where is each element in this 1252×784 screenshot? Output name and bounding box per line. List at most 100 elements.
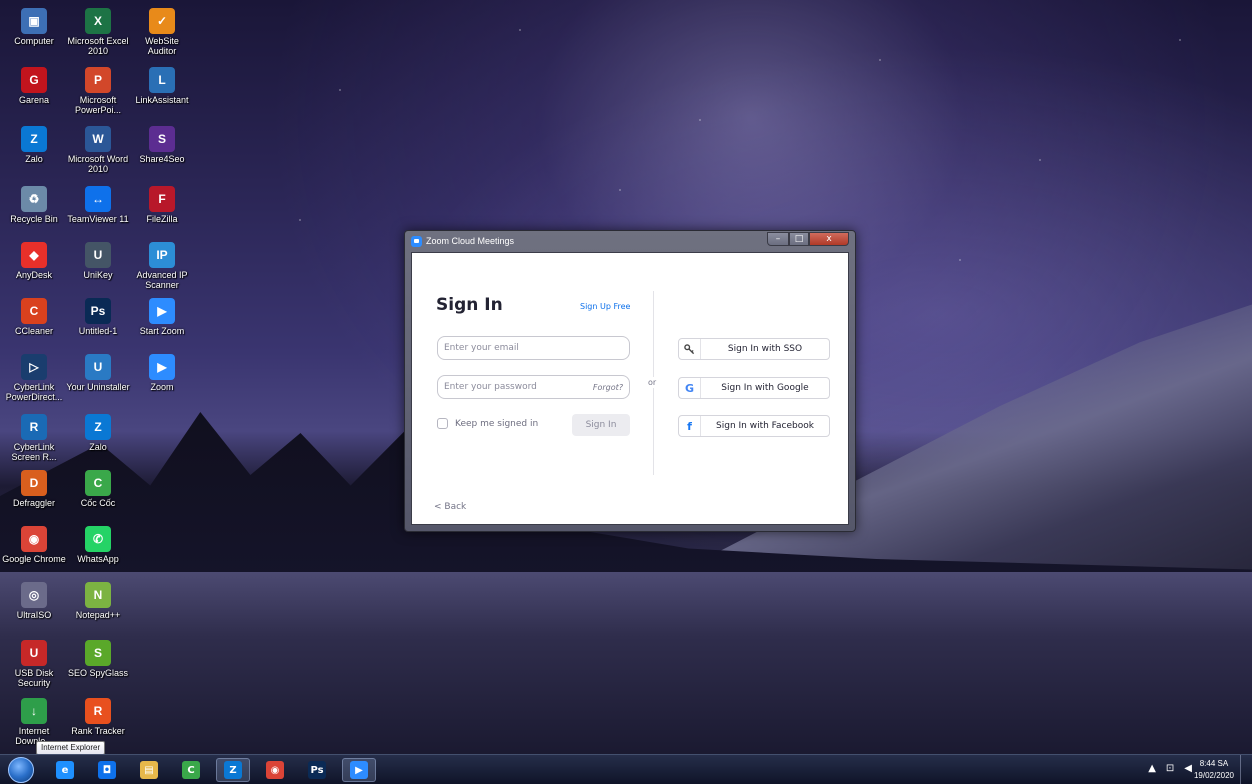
desktop-icon[interactable]: C CCleaner	[2, 298, 66, 336]
desktop-app-icon: ◆	[21, 242, 47, 268]
zoom-window[interactable]: Zoom Cloud Meetings – □ x Sign In Sign U…	[404, 230, 856, 532]
desktop-app-icon: Z	[21, 126, 47, 152]
desktop-icon[interactable]: ▷ CyberLink PowerDirect...	[2, 354, 66, 402]
password-input[interactable]	[444, 382, 593, 392]
taskbar-internet-explorer-button[interactable]: e	[48, 758, 82, 782]
desktop-icon-label: Cốc Cốc	[80, 498, 116, 508]
desktop-app-icon: ▶	[149, 298, 175, 324]
desktop-app-icon: IP	[149, 242, 175, 268]
desktop-icon[interactable]: P Microsoft PowerPoi...	[66, 67, 130, 115]
desktop-icon[interactable]: U UniKey	[66, 242, 130, 280]
desktop-icon[interactable]: G Garena	[2, 67, 66, 105]
desktop-icon[interactable]: ◎ UltraISO	[2, 582, 66, 620]
taskbar-coc-coc-button[interactable]: C	[174, 758, 208, 782]
desktop-icon[interactable]: C Cốc Cốc	[66, 470, 130, 508]
minimize-button[interactable]: –	[767, 232, 789, 246]
sign-in-google-button[interactable]: G Sign In with Google	[678, 377, 830, 399]
desktop-app-icon: ↔	[85, 186, 111, 212]
desktop-icon-label: WhatsApp	[77, 554, 119, 564]
show-desktop-button[interactable]	[1240, 755, 1252, 784]
desktop-app-icon: ▣	[21, 8, 47, 34]
desktop-icon[interactable]: ◆ AnyDesk	[2, 242, 66, 280]
desktop-icon[interactable]: Z Zalo	[2, 126, 66, 164]
desktop-app-icon: ◎	[21, 582, 47, 608]
desktop-icon[interactable]: ♻ Recycle Bin	[2, 186, 66, 224]
desktop-app-icon: C	[85, 470, 111, 496]
taskbar-teamviewer-button[interactable]: ◘	[90, 758, 124, 782]
desktop-icon[interactable]: L LinkAssistant	[130, 67, 194, 105]
key-icon	[679, 339, 701, 359]
close-button[interactable]: x	[809, 232, 849, 246]
zoom-logo-icon	[411, 235, 422, 247]
desktop-icon[interactable]: W Microsoft Word 2010	[66, 126, 130, 174]
desktop-icon[interactable]: Ps Untitled-1	[66, 298, 130, 336]
desktop-icon[interactable]: ▶ Start Zoom	[130, 298, 194, 336]
keep-signed-in-checkbox[interactable]	[437, 418, 448, 429]
desktop-icon[interactable]: R CyberLink Screen R...	[2, 414, 66, 462]
desktop-icon[interactable]: ▣ Computer	[2, 8, 66, 46]
desktop-icon-label: TeamViewer 11	[67, 214, 129, 224]
desktop-icon-label: SEO SpyGlass	[67, 668, 129, 678]
desktop-icon[interactable]: ↓ Internet Downlo...	[2, 698, 66, 746]
desktop-icon-label: Google Chrome	[2, 554, 66, 564]
desktop-app-icon: W	[85, 126, 111, 152]
taskbar-zoom-button[interactable]: ▶	[342, 758, 376, 782]
taskbar-windows-explorer-button[interactable]: ▤	[132, 758, 166, 782]
desktop-app-icon: Ps	[85, 298, 111, 324]
clock-time: 8:44 SA	[1199, 759, 1229, 768]
forgot-password-link[interactable]: Forgot?	[593, 383, 623, 392]
desktop-icon[interactable]: ✆ WhatsApp	[66, 526, 130, 564]
desktop-icon[interactable]: S SEO SpyGlass	[66, 640, 130, 678]
zalo-icon: Z	[224, 761, 242, 779]
desktop-icon[interactable]: F FileZilla	[130, 186, 194, 224]
sign-in-facebook-button[interactable]: f Sign In with Facebook	[678, 415, 830, 437]
desktop-icon-label: LinkAssistant	[135, 95, 189, 105]
desktop-icon[interactable]: S Share4Seo	[130, 126, 194, 164]
sign-up-free-link[interactable]: Sign Up Free	[580, 302, 630, 311]
show-hidden-icons-icon[interactable]: ▲	[1148, 763, 1156, 774]
email-field[interactable]	[437, 336, 630, 360]
desktop-icon[interactable]: ▶ Zoom	[130, 354, 194, 392]
desktop-icon[interactable]: R Rank Tracker	[66, 698, 130, 736]
desktop-icon[interactable]: X Microsoft Excel 2010	[66, 8, 130, 56]
keep-signed-in[interactable]: Keep me signed in	[437, 418, 538, 429]
desktop-icon[interactable]: N Notepad++	[66, 582, 130, 620]
desktop-app-icon: U	[85, 354, 111, 380]
desktop-icon[interactable]: IP Advanced IP Scanner	[130, 242, 194, 290]
facebook-button-label: Sign In with Facebook	[716, 421, 814, 431]
desktop-app-icon: ↓	[21, 698, 47, 724]
sign-in-button[interactable]: Sign In	[572, 414, 630, 436]
desktop-icon-label: Microsoft Word 2010	[67, 154, 129, 174]
desktop-app-icon: ✓	[149, 8, 175, 34]
desktop-app-icon: ▷	[21, 354, 47, 380]
desktop-icon-label: WebSite Auditor	[145, 36, 179, 56]
desktop-app-icon: X	[85, 8, 111, 34]
clock[interactable]: 8:44 SA 19/02/2020	[1194, 758, 1234, 782]
desktop-icon[interactable]: D Defraggler	[2, 470, 66, 508]
window-titlebar[interactable]: Zoom Cloud Meetings – □ x	[405, 231, 855, 251]
desktop-icon[interactable]: U Your Uninstaller	[66, 354, 130, 392]
taskbar-google-chrome-button[interactable]: ◉	[258, 758, 292, 782]
taskbar-zalo-button[interactable]: Z	[216, 758, 250, 782]
desktop-icon[interactable]: U USB Disk Security	[2, 640, 66, 688]
start-button[interactable]	[8, 757, 34, 783]
network-icon[interactable]: ⊡	[1166, 763, 1174, 774]
password-field[interactable]: Forgot?	[437, 375, 630, 399]
desktop-icon[interactable]: ◉ Google Chrome	[2, 526, 66, 564]
desktop-icon-label: Defraggler	[12, 498, 56, 508]
email-input[interactable]	[444, 343, 623, 353]
desktop-app-icon: C	[21, 298, 47, 324]
desktop-icon[interactable]: ↔ TeamViewer 11	[66, 186, 130, 224]
maximize-button[interactable]: □	[789, 232, 809, 246]
desktop-icon[interactable]: ✓ WebSite Auditor	[130, 8, 194, 56]
desktop-icon[interactable]: Z Zalo	[66, 414, 130, 452]
google-button-label: Sign In with Google	[721, 383, 809, 393]
desktop-icon-label: UltraISO	[16, 610, 52, 620]
taskbar-photoshop-button[interactable]: Ps	[300, 758, 334, 782]
desktop-icon-label: Rank Tracker	[71, 726, 125, 736]
desktop-icon-label: Microsoft Excel 2010	[67, 36, 129, 56]
back-link[interactable]: < Back	[434, 502, 466, 512]
desktop-app-icon: R	[85, 698, 111, 724]
volume-icon[interactable]: ◀	[1184, 763, 1192, 774]
sign-in-sso-button[interactable]: Sign In with SSO	[678, 338, 830, 360]
